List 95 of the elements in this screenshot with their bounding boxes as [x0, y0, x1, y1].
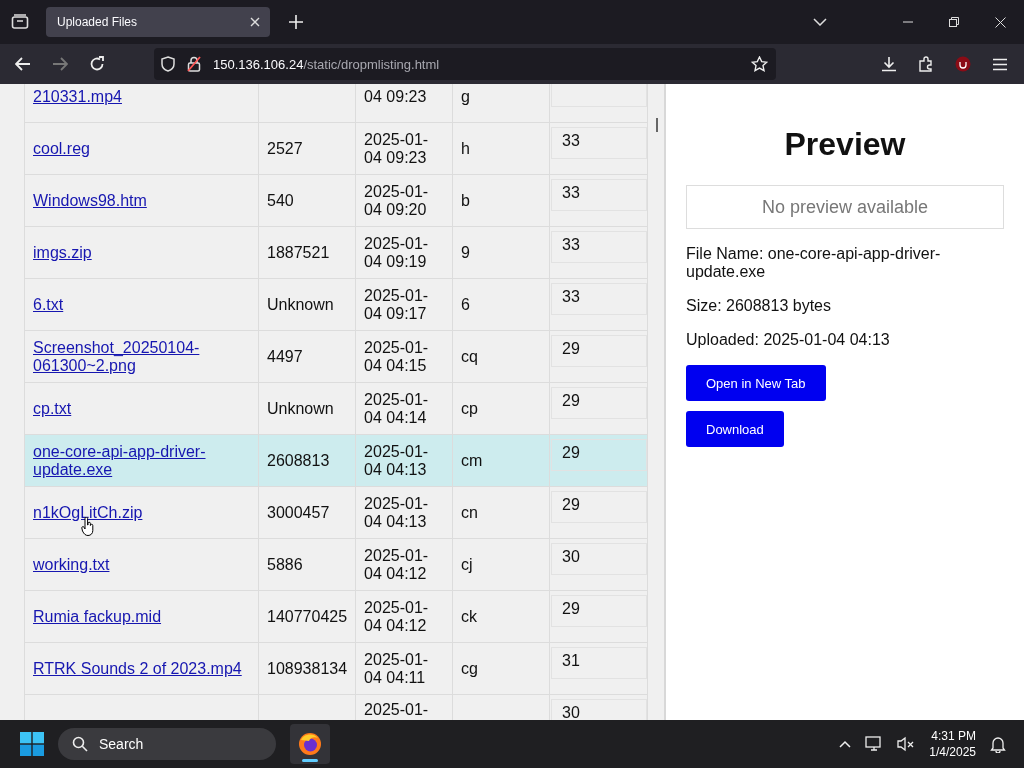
muted-speaker-icon[interactable]: [897, 736, 916, 752]
table-cell-text: 2025-01-04 04:13: [364, 494, 430, 531]
table-cell-text: 2025-01-04 09:17: [364, 286, 430, 323]
table-cell: 3000457: [267, 503, 330, 521]
table-cell: ck: [461, 607, 478, 625]
count-cell: 33: [551, 283, 648, 315]
table-cell: cn: [461, 503, 478, 521]
count-cell: 29: [551, 595, 648, 627]
count-cell: 33: [551, 231, 648, 263]
table-cell: b: [461, 191, 470, 209]
search-icon: [72, 736, 88, 752]
file-name-text: File Name: one-core-api-app-driver-update.exe: [686, 245, 942, 281]
table-cell: g: [461, 87, 470, 105]
file-size-text: Size: 2608813 bytes: [686, 297, 832, 315]
taskbar-search-field[interactable]: Search: [58, 728, 276, 760]
insecure-lock-icon[interactable]: [187, 56, 201, 72]
table-cell: 1887521: [267, 243, 330, 261]
file-link[interactable]: 6.txt: [33, 295, 64, 314]
file-link[interactable]: working.txt: [33, 555, 110, 574]
shield-extension-icon[interactable]: [955, 56, 971, 72]
count-cell: 29: [551, 387, 648, 419]
table-cell: cg: [461, 659, 478, 677]
count-cell: 29: [551, 335, 648, 367]
extensions-icon[interactable]: [918, 56, 934, 72]
url-text: 150.136.106.24/static/dropmlisting.html: [213, 56, 440, 72]
preview-title: Preview: [783, 126, 907, 163]
close-icon[interactable]: [995, 16, 1006, 28]
table-cell-text: 2025-01-04 09:23: [364, 130, 430, 167]
table-cell: 2608813: [267, 451, 330, 469]
download-icon[interactable]: [881, 56, 897, 72]
file-link[interactable]: Rumia fackup.mid: [33, 607, 162, 626]
search-placeholder: Search: [99, 736, 144, 752]
table-cell: 5886: [267, 555, 303, 573]
clock-time[interactable]: 4:31 PM: [931, 728, 976, 744]
table-cell-text: 2025-01-04 04:14: [364, 390, 430, 427]
notification-bell-icon[interactable]: [990, 735, 1006, 753]
tab-list-icon[interactable]: [11, 14, 29, 30]
count-cell: 33: [551, 179, 648, 211]
table-cell: cp: [461, 399, 478, 417]
table-cell: 140770425: [267, 607, 348, 625]
back-icon[interactable]: [15, 57, 31, 71]
table-cell-text: 04 09:23: [364, 87, 428, 106]
table-cell-text: 2025-01-04 04:15: [364, 338, 430, 375]
reload-icon[interactable]: [89, 56, 105, 72]
table-cell: 108938134: [267, 659, 348, 677]
table-cell-text: 2025-01-04 04:12: [364, 598, 430, 635]
menu-icon[interactable]: [992, 57, 1008, 71]
browser-taskbar-button[interactable]: [290, 724, 330, 764]
file-link[interactable]: cp.txt: [33, 399, 72, 418]
shield-icon[interactable]: [161, 56, 175, 72]
download-button[interactable]: Download: [686, 411, 784, 447]
table-cell: cj: [461, 555, 473, 573]
new-tab-icon[interactable]: [289, 15, 303, 29]
table-cell: 2527: [267, 139, 303, 157]
network-icon[interactable]: [865, 736, 884, 752]
table-cell: 4497: [267, 347, 303, 365]
file-link[interactable]: cool.reg: [33, 139, 90, 158]
tab-title: Uploaded Files: [57, 15, 138, 29]
browser-tab[interactable]: Uploaded Files: [46, 7, 270, 37]
table-cell: h: [461, 139, 470, 157]
bookmark-star-icon[interactable]: [751, 56, 768, 72]
table-cell: Unknown: [267, 399, 334, 417]
table-cell-text: 2025-01-04 04:11: [364, 650, 430, 687]
file-link[interactable]: 210331.mp4: [33, 87, 122, 106]
forward-icon[interactable]: [52, 57, 68, 71]
chevron-down-icon[interactable]: [813, 18, 827, 26]
count-cell: 29: [551, 439, 648, 471]
table-cell: 6: [461, 295, 470, 313]
table-cell: 540: [267, 191, 294, 209]
firefox-icon: [298, 732, 322, 756]
table-cell-text: 2025-01-04 09:19: [364, 234, 430, 271]
table-cell: Unknown: [267, 295, 334, 313]
restore-icon[interactable]: [949, 17, 959, 27]
table-cell-text: 2025-01-04 09:20: [364, 182, 430, 219]
file-link[interactable]: imgs.zip: [33, 243, 92, 262]
preview-box: No preview available: [686, 185, 1004, 229]
table-cell: 9: [461, 243, 470, 261]
clock-date[interactable]: 1/4/2025: [929, 744, 976, 760]
count-cell: 30: [551, 543, 648, 575]
windows-start-icon[interactable]: [20, 732, 44, 756]
file-link[interactable]: n1kOgLitCh.zip: [33, 503, 143, 522]
table-cell: cm: [461, 451, 483, 469]
table-cell-text: 2025-01-04 04:12: [364, 546, 430, 583]
close-icon[interactable]: [250, 17, 260, 27]
chevron-up-icon[interactable]: [839, 740, 852, 748]
address-bar[interactable]: 150.136.106.24/static/dropmlisting.html: [154, 48, 776, 80]
table-cell: cq: [461, 347, 478, 365]
open-tab-button[interactable]: Open in New Tab: [686, 365, 826, 401]
table-cell-text: 2025-01-04 04:13: [364, 442, 430, 479]
upload-date-text: Uploaded: 2025-01-04 04:13: [686, 331, 891, 349]
count-cell: 31: [551, 647, 648, 679]
count-cell: 33: [551, 127, 648, 159]
file-link[interactable]: Windows98.htm: [33, 191, 147, 210]
table-cell-text: 2025-01-: [364, 701, 430, 719]
count-cell: 29: [551, 491, 648, 523]
